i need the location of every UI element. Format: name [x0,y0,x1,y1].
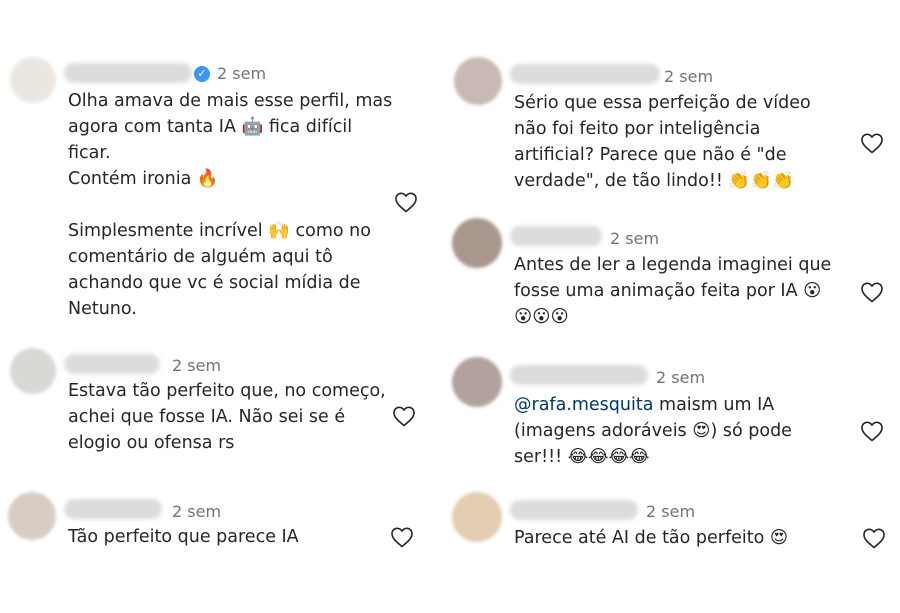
comment-time: 2 sem [646,502,696,521]
comment-time: 2 sem [217,64,267,83]
comment-time: 2 sem [172,502,222,521]
comment-text: Olha amava de mais esse perfil, mas agor… [68,91,393,319]
comment-text: @rafa.mesquita maism um IA (imagens ador… [514,392,854,470]
comment-text: Tão perfeito que parece IA [68,527,299,547]
comment-time: 2 sem [656,368,706,387]
mention-link[interactable]: @rafa.mesquita [514,395,653,415]
username-blurred[interactable] [510,500,638,520]
avatar[interactable] [452,357,502,407]
username-blurred[interactable] [64,354,160,374]
comment-time: 2 sem [610,229,660,248]
comment-text: Parece até AI de tão perfeito 😍 [514,528,789,548]
avatar[interactable] [10,57,56,103]
like-heart-icon[interactable] [860,132,884,154]
like-heart-icon[interactable] [862,527,886,549]
username-blurred[interactable] [510,365,648,385]
like-heart-icon[interactable] [860,420,884,442]
comment-text: Estava tão perfeito que, no começo, ache… [68,381,386,453]
like-heart-icon[interactable] [394,191,418,213]
username-blurred[interactable] [64,499,162,519]
comment-text: Antes de ler a legenda imaginei que foss… [514,255,832,327]
like-heart-icon[interactable] [860,281,884,303]
avatar[interactable] [8,492,56,540]
comment-text: Sério que essa perfeição de vídeo não fo… [514,93,811,191]
avatar[interactable] [452,218,502,268]
comment-time: 2 sem [664,67,714,86]
verified-badge-icon: ✓ [194,66,210,82]
username-blurred[interactable] [64,63,192,83]
avatar[interactable] [454,57,502,105]
username-blurred[interactable] [510,64,660,84]
comment-time: 2 sem [172,356,222,375]
avatar[interactable] [452,492,502,542]
avatar[interactable] [10,348,56,394]
username-blurred[interactable] [510,226,602,246]
like-heart-icon[interactable] [392,405,416,427]
like-heart-icon[interactable] [390,526,414,548]
